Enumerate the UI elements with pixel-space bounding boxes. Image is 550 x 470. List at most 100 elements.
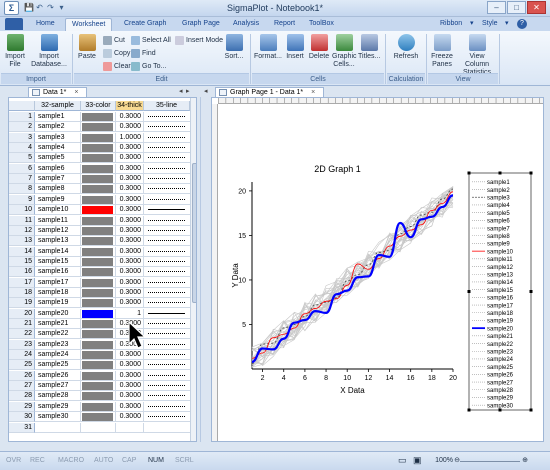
line-style-cell[interactable] xyxy=(144,112,190,122)
row-number[interactable]: 24 xyxy=(9,350,35,361)
color-cell[interactable] xyxy=(81,225,116,236)
table-row[interactable]: 8 sample8 0.3000 xyxy=(9,184,190,195)
line-style-cell[interactable] xyxy=(144,164,190,174)
normal-view-icon[interactable]: ▣ xyxy=(413,455,422,466)
sample-cell[interactable]: sample27 xyxy=(35,381,81,392)
sample-cell[interactable]: sample20 xyxy=(35,308,81,319)
tab-report[interactable]: Report xyxy=(268,18,301,30)
panel-next-arrow[interactable]: ▸ xyxy=(186,87,190,95)
row-number[interactable]: 30 xyxy=(9,412,35,423)
table-row[interactable]: 6 sample6 0.3000 xyxy=(9,163,190,174)
thickness-cell[interactable]: 0.3000 xyxy=(116,205,144,216)
sample-cell[interactable]: sample9 xyxy=(35,194,81,205)
color-cell[interactable] xyxy=(81,132,116,143)
format-button[interactable]: Format... xyxy=(254,34,282,61)
sample-cell[interactable]: sample2 xyxy=(35,122,81,133)
sample-cell[interactable]: sample30 xyxy=(35,412,81,423)
row-number[interactable]: 10 xyxy=(9,205,35,216)
row-number[interactable]: 9 xyxy=(9,194,35,205)
color-cell[interactable] xyxy=(81,329,116,340)
line-style-cell[interactable] xyxy=(144,236,190,247)
table-row[interactable]: 24 sample24 0.3000 xyxy=(9,350,190,361)
table-row[interactable]: 12 sample12 0.3000 xyxy=(9,225,190,236)
thickness-cell[interactable]: 0.3000 xyxy=(116,401,144,412)
row-number[interactable]: 25 xyxy=(9,360,35,371)
row-number[interactable]: 11 xyxy=(9,215,35,226)
row-number[interactable]: 22 xyxy=(9,329,35,340)
table-row[interactable]: 20 sample20 1 xyxy=(9,308,190,319)
table-row[interactable]: 11 sample11 0.3000 xyxy=(9,215,190,226)
import-file-button[interactable]: Import File xyxy=(4,34,26,69)
sample-cell[interactable]: sample29 xyxy=(35,401,81,412)
color-cell[interactable] xyxy=(81,381,116,392)
sort-button[interactable]: Sort... xyxy=(223,34,245,61)
thickness-cell[interactable]: 0.3000 xyxy=(116,412,144,423)
worksheet[interactable]: 32-sample 33-color 34-thick 35-line 1 sam… xyxy=(8,97,197,442)
tab-data-1[interactable]: Data 1* × xyxy=(28,87,88,97)
table-row[interactable]: 16 sample16 0.3000 xyxy=(9,267,190,278)
column-header-32[interactable]: 32-sample xyxy=(35,101,81,111)
row-number[interactable]: 4 xyxy=(9,143,35,154)
close-tab-icon[interactable]: × xyxy=(74,89,78,96)
sample-cell[interactable]: sample26 xyxy=(35,370,81,381)
tab-toolbox[interactable]: ToolBox xyxy=(303,18,340,30)
color-cell[interactable] xyxy=(81,174,116,185)
find-button[interactable]: Find xyxy=(131,49,156,58)
zoom-slider[interactable] xyxy=(460,461,520,462)
panel-prev-arrow[interactable]: ◂ xyxy=(204,87,208,95)
line-style-cell[interactable] xyxy=(144,391,190,402)
sample-cell[interactable]: sample19 xyxy=(35,298,81,309)
thickness-cell[interactable]: 0.3000 xyxy=(116,277,144,288)
sample-cell[interactable]: sample23 xyxy=(35,339,81,350)
line-style-cell[interactable] xyxy=(144,309,190,319)
row-number[interactable]: 3 xyxy=(9,132,35,143)
help-icon[interactable]: ? xyxy=(517,19,527,29)
line-style-cell[interactable] xyxy=(144,267,190,278)
color-cell[interactable] xyxy=(81,308,116,319)
thickness-cell[interactable]: 0.3000 xyxy=(116,122,144,133)
thickness-cell[interactable]: 0.3000 xyxy=(116,350,144,361)
thickness-cell[interactable]: 1 xyxy=(116,308,144,319)
zoom-in-icon[interactable]: ⊕ xyxy=(522,456,528,464)
color-cell[interactable] xyxy=(81,194,116,205)
row-number[interactable]: 7 xyxy=(9,174,35,185)
line-style-cell[interactable] xyxy=(144,122,190,133)
color-cell[interactable] xyxy=(81,401,116,412)
page-view-icon[interactable]: ▭ xyxy=(398,455,407,466)
tab-graph-page-1[interactable]: Graph Page 1 - Data 1* × xyxy=(215,87,325,97)
row-number[interactable]: 26 xyxy=(9,370,35,381)
row-number[interactable]: 29 xyxy=(9,401,35,412)
line-style-cell[interactable] xyxy=(144,133,190,143)
table-row[interactable]: 17 sample17 0.3000 xyxy=(9,277,190,288)
thickness-cell[interactable]: 0.3000 xyxy=(116,267,144,278)
column-header-34[interactable]: 34-thick xyxy=(116,101,144,111)
sample-cell[interactable]: sample11 xyxy=(35,215,81,226)
line-style-cell[interactable] xyxy=(144,329,190,340)
color-cell[interactable] xyxy=(81,143,116,154)
line-style-cell[interactable] xyxy=(144,381,190,392)
table-row[interactable]: 29 sample29 0.3000 xyxy=(9,401,190,412)
goto-button[interactable]: Go To... xyxy=(131,62,166,71)
style-menu[interactable]: Style xyxy=(482,18,498,30)
row-number[interactable]: 13 xyxy=(9,236,35,247)
graph-page-window[interactable]: ||||||||||||||||||||||||||||||||||||||||… xyxy=(211,97,544,442)
row-number[interactable]: 18 xyxy=(9,287,35,298)
view-column-statistics-button[interactable]: View Column Statistics xyxy=(457,34,497,77)
cut-button[interactable]: Cut xyxy=(103,36,125,45)
thickness-cell[interactable]: 0.3000 xyxy=(116,391,144,402)
thickness-cell[interactable]: 0.3000 xyxy=(116,215,144,226)
thickness-cell[interactable]: 0.3000 xyxy=(116,112,144,122)
table-row[interactable]: 3 sample3 1.0000 xyxy=(9,132,190,143)
line-chart[interactable]: 2 4 6 8 10 12 14 16 18 205101520X DataY Datasampl… xyxy=(222,128,544,442)
table-row[interactable]: 1 sample1 0.3000 xyxy=(9,112,190,122)
thickness-cell[interactable]: 0.3000 xyxy=(116,287,144,298)
sample-cell[interactable]: sample28 xyxy=(35,391,81,402)
notebook-pane-collapsed[interactable] xyxy=(0,97,8,442)
line-style-cell[interactable] xyxy=(144,319,190,329)
zoom-level[interactable]: 100% xyxy=(435,457,453,464)
sample-cell[interactable]: sample21 xyxy=(35,319,81,329)
color-cell[interactable] xyxy=(81,339,116,350)
worksheet-scrollbar[interactable] xyxy=(190,98,196,441)
thickness-cell[interactable]: 0.3000 xyxy=(116,360,144,371)
row-number[interactable]: 19 xyxy=(9,298,35,309)
